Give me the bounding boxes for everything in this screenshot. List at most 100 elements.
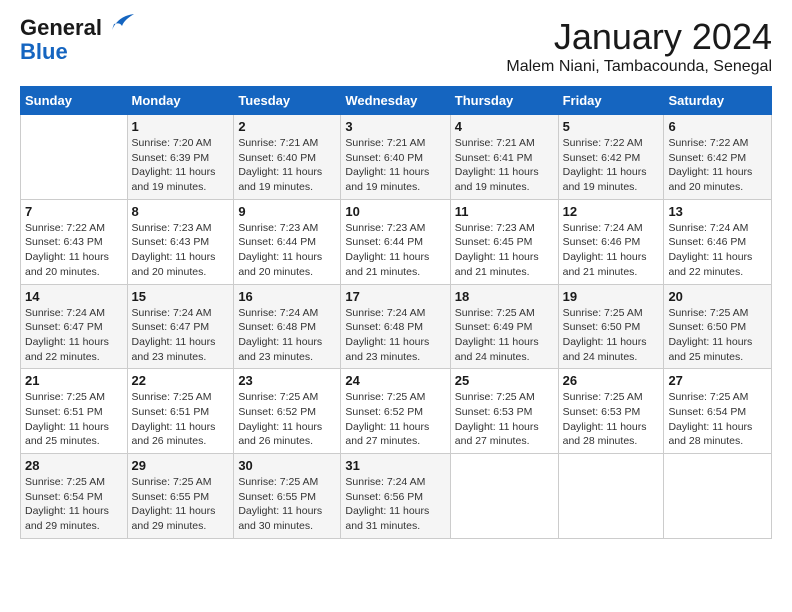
calendar-cell: 25 Sunrise: 7:25 AMSunset: 6:53 PMDayligh… xyxy=(450,369,558,454)
week-row-3: 14 Sunrise: 7:24 AMSunset: 6:47 PMDayligh… xyxy=(21,284,772,369)
calendar-cell: 5 Sunrise: 7:22 AMSunset: 6:42 PMDaylight… xyxy=(558,115,664,200)
day-number: 4 xyxy=(455,119,554,134)
day-info: Sunrise: 7:25 AMSunset: 6:51 PMDaylight:… xyxy=(132,390,230,449)
calendar-cell: 10Sunrise: 7:23 AMSunset: 6:44 PMDayligh… xyxy=(341,199,450,284)
calendar-cell xyxy=(558,454,664,539)
day-info: Sunrise: 7:25 AMSunset: 6:54 PMDaylight:… xyxy=(668,390,767,449)
day-number: 27 xyxy=(668,373,767,388)
calendar-cell: 18 Sunrise: 7:25 AMSunset: 6:49 PMDayligh… xyxy=(450,284,558,369)
day-info: Sunrise: 7:22 AMSunset: 6:42 PMDaylight:… xyxy=(563,136,660,195)
day-info: Sunrise: 7:25 AMSunset: 6:55 PMDaylight:… xyxy=(132,475,230,534)
day-number: 23 xyxy=(238,373,336,388)
day-info: Sunrise: 7:25 AMSunset: 6:52 PMDaylight:… xyxy=(238,390,336,449)
calendar-cell: 22 Sunrise: 7:25 AMSunset: 6:51 PMDayligh… xyxy=(127,369,234,454)
col-header-friday: Friday xyxy=(558,87,664,115)
day-number: 14 xyxy=(25,289,123,304)
calendar-cell: 8 Sunrise: 7:23 AMSunset: 6:43 PMDaylight… xyxy=(127,199,234,284)
calendar-cell xyxy=(21,115,128,200)
calendar-cell: 14 Sunrise: 7:24 AMSunset: 6:47 PMDayligh… xyxy=(21,284,128,369)
month-title: January 2024 xyxy=(506,16,772,58)
day-number: 17 xyxy=(345,289,445,304)
calendar-cell: 30 Sunrise: 7:25 AMSunset: 6:55 PMDayligh… xyxy=(234,454,341,539)
col-header-wednesday: Wednesday xyxy=(341,87,450,115)
week-row-2: 7Sunrise: 7:22 AMSunset: 6:43 PMDaylight… xyxy=(21,199,772,284)
day-info: Sunrise: 7:21 AMSunset: 6:40 PMDaylight:… xyxy=(238,136,336,195)
calendar-cell: 11 Sunrise: 7:23 AMSunset: 6:45 PMDayligh… xyxy=(450,199,558,284)
day-info: Sunrise: 7:24 AMSunset: 6:47 PMDaylight:… xyxy=(132,306,230,365)
day-info: Sunrise: 7:25 AMSunset: 6:50 PMDaylight:… xyxy=(563,306,660,365)
col-header-tuesday: Tuesday xyxy=(234,87,341,115)
calendar-cell: 17 Sunrise: 7:24 AMSunset: 6:48 PMDayligh… xyxy=(341,284,450,369)
header: General Blue January 2024 Malem Niani, T… xyxy=(20,16,772,76)
col-header-monday: Monday xyxy=(127,87,234,115)
day-info: Sunrise: 7:21 AMSunset: 6:41 PMDaylight:… xyxy=(455,136,554,195)
day-number: 28 xyxy=(25,458,123,473)
calendar-cell: 19 Sunrise: 7:25 AMSunset: 6:50 PMDayligh… xyxy=(558,284,664,369)
day-number: 12 xyxy=(563,204,660,219)
calendar-table: SundayMondayTuesdayWednesdayThursdayFrid… xyxy=(20,86,772,539)
day-info: Sunrise: 7:25 AMSunset: 6:50 PMDaylight:… xyxy=(668,306,767,365)
day-info: Sunrise: 7:23 AMSunset: 6:44 PMDaylight:… xyxy=(238,221,336,280)
day-info: Sunrise: 7:23 AMSunset: 6:45 PMDaylight:… xyxy=(455,221,554,280)
day-info: Sunrise: 7:25 AMSunset: 6:54 PMDaylight:… xyxy=(25,475,123,534)
day-info: Sunrise: 7:24 AMSunset: 6:48 PMDaylight:… xyxy=(238,306,336,365)
day-info: Sunrise: 7:25 AMSunset: 6:51 PMDaylight:… xyxy=(25,390,123,449)
day-number: 22 xyxy=(132,373,230,388)
title-block: January 2024 Malem Niani, Tambacounda, S… xyxy=(506,16,772,76)
day-info: Sunrise: 7:23 AMSunset: 6:43 PMDaylight:… xyxy=(132,221,230,280)
day-info: Sunrise: 7:24 AMSunset: 6:48 PMDaylight:… xyxy=(345,306,445,365)
calendar-cell: 26Sunrise: 7:25 AMSunset: 6:53 PMDayligh… xyxy=(558,369,664,454)
day-info: Sunrise: 7:25 AMSunset: 6:52 PMDaylight:… xyxy=(345,390,445,449)
logo-general: General xyxy=(20,15,102,40)
calendar-cell: 9 Sunrise: 7:23 AMSunset: 6:44 PMDaylight… xyxy=(234,199,341,284)
day-number: 8 xyxy=(132,204,230,219)
day-number: 9 xyxy=(238,204,336,219)
day-number: 25 xyxy=(455,373,554,388)
col-header-saturday: Saturday xyxy=(664,87,772,115)
week-row-5: 28 Sunrise: 7:25 AMSunset: 6:54 PMDayligh… xyxy=(21,454,772,539)
logo-bird-icon xyxy=(104,12,136,34)
calendar-cell: 27 Sunrise: 7:25 AMSunset: 6:54 PMDayligh… xyxy=(664,369,772,454)
day-number: 13 xyxy=(668,204,767,219)
calendar-cell: 2Sunrise: 7:21 AMSunset: 6:40 PMDaylight… xyxy=(234,115,341,200)
calendar-cell: 3 Sunrise: 7:21 AMSunset: 6:40 PMDaylight… xyxy=(341,115,450,200)
calendar-cell: 13 Sunrise: 7:24 AMSunset: 6:46 PMDayligh… xyxy=(664,199,772,284)
day-number: 24 xyxy=(345,373,445,388)
day-number: 1 xyxy=(132,119,230,134)
day-number: 10 xyxy=(345,204,445,219)
day-info: Sunrise: 7:25 AMSunset: 6:53 PMDaylight:… xyxy=(455,390,554,449)
calendar-cell: 24 Sunrise: 7:25 AMSunset: 6:52 PMDayligh… xyxy=(341,369,450,454)
calendar-cell xyxy=(664,454,772,539)
day-number: 6 xyxy=(668,119,767,134)
day-number: 3 xyxy=(345,119,445,134)
day-info: Sunrise: 7:21 AMSunset: 6:40 PMDaylight:… xyxy=(345,136,445,195)
calendar-header-row: SundayMondayTuesdayWednesdayThursdayFrid… xyxy=(21,87,772,115)
calendar-cell: 4 Sunrise: 7:21 AMSunset: 6:41 PMDaylight… xyxy=(450,115,558,200)
week-row-4: 21Sunrise: 7:25 AMSunset: 6:51 PMDayligh… xyxy=(21,369,772,454)
day-info: Sunrise: 7:22 AMSunset: 6:42 PMDaylight:… xyxy=(668,136,767,195)
calendar-cell: 1Sunrise: 7:20 AMSunset: 6:39 PMDaylight… xyxy=(127,115,234,200)
calendar-cell: 20Sunrise: 7:25 AMSunset: 6:50 PMDayligh… xyxy=(664,284,772,369)
day-number: 18 xyxy=(455,289,554,304)
calendar-cell: 29Sunrise: 7:25 AMSunset: 6:55 PMDayligh… xyxy=(127,454,234,539)
logo: General Blue xyxy=(20,16,136,64)
logo-blue: Blue xyxy=(20,39,68,64)
day-info: Sunrise: 7:24 AMSunset: 6:47 PMDaylight:… xyxy=(25,306,123,365)
calendar-cell: 23 Sunrise: 7:25 AMSunset: 6:52 PMDayligh… xyxy=(234,369,341,454)
day-number: 31 xyxy=(345,458,445,473)
location-subtitle: Malem Niani, Tambacounda, Senegal xyxy=(506,58,772,76)
day-number: 7 xyxy=(25,204,123,219)
day-number: 19 xyxy=(563,289,660,304)
day-info: Sunrise: 7:24 AMSunset: 6:46 PMDaylight:… xyxy=(668,221,767,280)
day-number: 30 xyxy=(238,458,336,473)
day-number: 5 xyxy=(563,119,660,134)
day-info: Sunrise: 7:25 AMSunset: 6:53 PMDaylight:… xyxy=(563,390,660,449)
calendar-cell: 12Sunrise: 7:24 AMSunset: 6:46 PMDayligh… xyxy=(558,199,664,284)
day-number: 11 xyxy=(455,204,554,219)
day-info: Sunrise: 7:25 AMSunset: 6:55 PMDaylight:… xyxy=(238,475,336,534)
day-info: Sunrise: 7:25 AMSunset: 6:49 PMDaylight:… xyxy=(455,306,554,365)
calendar-cell: 28 Sunrise: 7:25 AMSunset: 6:54 PMDayligh… xyxy=(21,454,128,539)
calendar-body: 1Sunrise: 7:20 AMSunset: 6:39 PMDaylight… xyxy=(21,115,772,539)
calendar-cell: 7Sunrise: 7:22 AMSunset: 6:43 PMDaylight… xyxy=(21,199,128,284)
col-header-thursday: Thursday xyxy=(450,87,558,115)
